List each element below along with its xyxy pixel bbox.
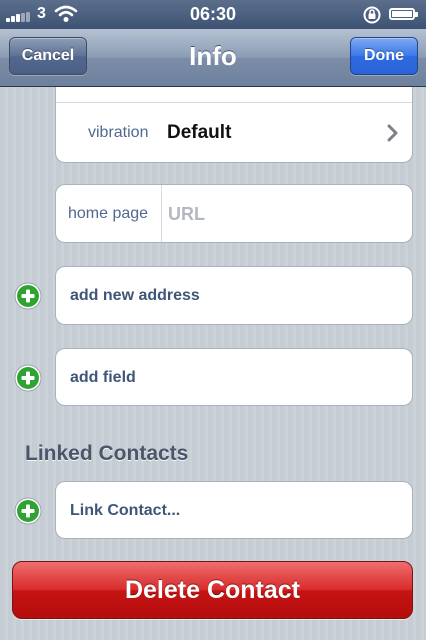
- page-title: Info: [189, 41, 237, 71]
- done-button[interactable]: Done: [350, 37, 418, 75]
- url-field[interactable]: URL: [168, 204, 205, 225]
- link-contact-label: Link Contact...: [70, 502, 181, 519]
- delete-contact-button[interactable]: Delete Contact: [12, 561, 413, 619]
- link-contact-plus-icon[interactable]: [14, 497, 42, 525]
- vibration-cell-group: vibration Default: [55, 87, 413, 163]
- add-field-row[interactable]: add field: [55, 348, 413, 406]
- chevron-right-icon: [387, 124, 398, 142]
- add-address-plus-icon[interactable]: [14, 282, 42, 310]
- add-field-label: add field: [70, 369, 136, 386]
- linked-contacts-header: Linked Contacts: [25, 442, 189, 465]
- status-bar: 3 06:30: [0, 0, 426, 29]
- vibration-row[interactable]: vibration Default: [56, 103, 412, 162]
- add-field-plus-icon[interactable]: [14, 364, 42, 392]
- home-page-row[interactable]: home page URL: [55, 184, 413, 243]
- battery-cap: [415, 12, 418, 17]
- add-new-address-row[interactable]: add new address: [55, 266, 413, 325]
- vibration-label: vibration: [88, 124, 149, 141]
- link-contact-row[interactable]: Link Contact...: [55, 481, 413, 539]
- add-new-address-label: add new address: [70, 287, 200, 304]
- vibration-value: Default: [167, 122, 232, 143]
- home-page-label: home page: [68, 205, 149, 222]
- battery-icon: [389, 8, 415, 20]
- field-divider: [161, 185, 162, 242]
- navigation-bar: Cancel Info Done: [0, 29, 426, 87]
- cancel-button[interactable]: Cancel: [9, 37, 87, 75]
- rotation-lock-icon: [363, 6, 381, 24]
